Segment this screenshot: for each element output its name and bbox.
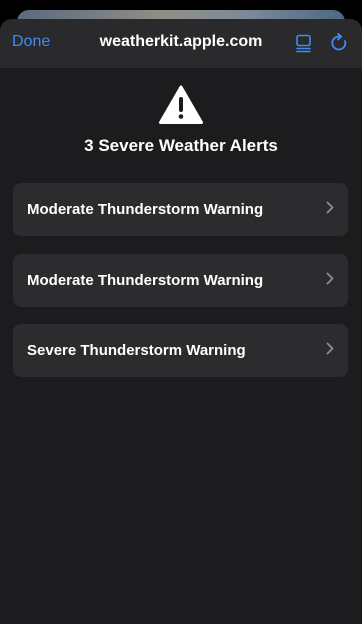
- alert-card[interactable]: Severe Thunderstorm Warning: [13, 324, 348, 377]
- alert-card-label: Moderate Thunderstorm Warning: [27, 201, 264, 218]
- browser-nav-bar: Done weatherkit.apple.com: [0, 19, 362, 68]
- alert-card[interactable]: Moderate Thunderstorm Warning: [13, 183, 348, 236]
- alert-card-label: Moderate Thunderstorm Warning: [27, 272, 264, 289]
- chevron-right-icon: [326, 272, 334, 285]
- warning-triangle-icon: [159, 85, 203, 124]
- reader-mode-icon[interactable]: [294, 33, 314, 53]
- alert-card-label: Severe Thunderstorm Warning: [27, 342, 246, 359]
- chevron-right-icon: [326, 342, 334, 355]
- web-sheet: Done weatherkit.apple.com 3 Severe Weath…: [0, 19, 362, 624]
- reload-icon[interactable]: [329, 33, 349, 53]
- alerts-heading: 3 Severe Weather Alerts: [84, 136, 278, 155]
- chevron-right-icon: [326, 201, 334, 214]
- alert-card[interactable]: Moderate Thunderstorm Warning: [13, 254, 348, 307]
